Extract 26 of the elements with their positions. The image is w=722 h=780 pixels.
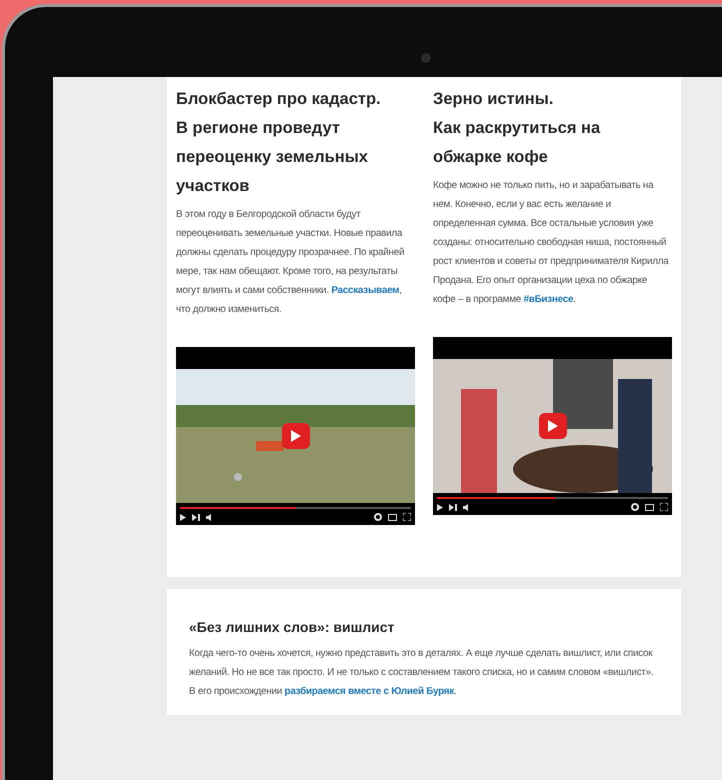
article-text: Кофе можно не только пить, но и зарабатывать на нем. Конечно, если у вас есть желание и определенная сумма. Все остальные условия уже созданы: относительно свободная ниша, постоянный рост клиентов и советы от предпринимателя Кирилла Продана. Его опыт организации цеха по обжарке кофе – в программе #вБизнесе. (433, 179, 670, 307)
article-link[interactable]: #вБизнесе (524, 294, 574, 305)
fullscreen-icon[interactable] (660, 503, 668, 511)
volume-icon[interactable] (463, 504, 470, 510)
next-icon[interactable] (192, 514, 200, 520)
article-title: Блокбастер про кадастр. В регионе проведут переоценку земельных участков (176, 89, 382, 197)
play-icon[interactable] (180, 514, 186, 520)
play-icon (290, 430, 300, 442)
play-icon[interactable] (437, 504, 443, 510)
volume-icon[interactable] (206, 514, 213, 520)
article-link[interactable]: разбираемся вместе с Юлией Буряк (284, 686, 454, 697)
play-button[interactable] (282, 423, 310, 449)
article-link[interactable]: Рассказываем (331, 285, 400, 296)
screen-icon[interactable] (388, 514, 397, 520)
play-button[interactable] (538, 413, 566, 439)
article-text: В этом году в Белгородской области будут переоценивать земельные участки. Новые правила должны сделать процедуру прозрачнее. По крайней мере, так нам обещают. Кроме того, на результаты могут влиять и сами собственники. Рассказываем, что должно измениться. (176, 208, 406, 317)
screen-icon[interactable] (645, 504, 654, 510)
article-text: Когда чего-то очень хочется, нужно представить это в деталях. А еще лучше сделать вишлист, или список желаний. Но не все так просто. И не только с составлением такого списка, но и самим словом «вишлист». В его происхождении разбираемся вместе с Юлией Буряк. (189, 646, 654, 699)
video-player[interactable] (433, 337, 672, 515)
video-player[interactable] (176, 347, 415, 525)
feature-title: «Без лишних слов»: вишлист (189, 619, 396, 636)
camera-icon (421, 53, 431, 63)
article-title: Зерно истины. Как раскрутиться на обжарке кофе (433, 89, 602, 168)
fullscreen-icon[interactable] (403, 513, 411, 521)
play-icon (548, 420, 558, 432)
next-icon[interactable] (449, 504, 457, 510)
